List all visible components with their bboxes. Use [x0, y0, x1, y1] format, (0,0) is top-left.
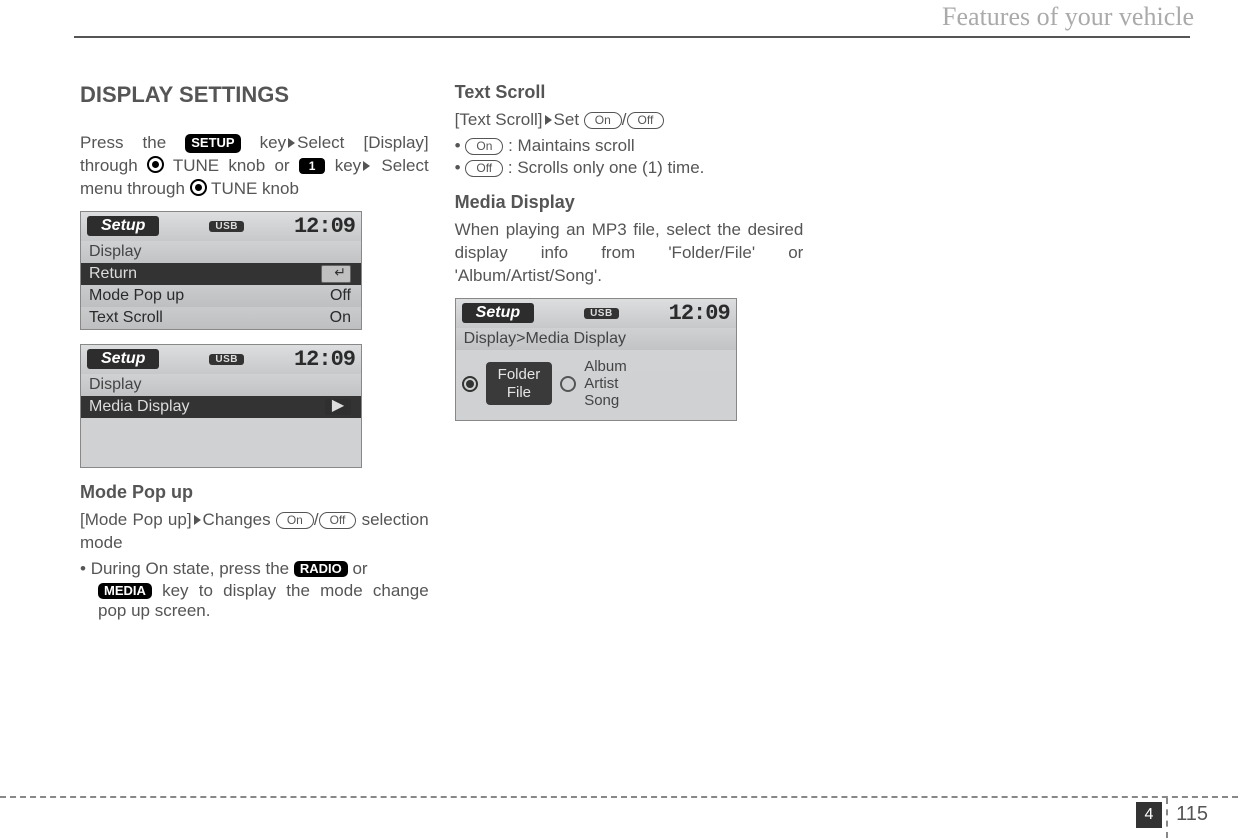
off-pill: Off — [465, 160, 503, 177]
lcd-screenshot-1: Setup USB 12:09 Display Return Mode Pop … — [80, 211, 429, 330]
usb-icon: USB — [584, 308, 619, 319]
text: During On state, press the — [91, 559, 294, 578]
lcd-media-choice-row: Folder File Album Artist Song — [456, 350, 736, 420]
lcd-row-text-scroll: Text Scroll On — [81, 307, 361, 329]
footer-dash-rule — [0, 796, 1238, 798]
lcd-row-mode-popup: Mode Pop up Off — [81, 285, 361, 307]
lcd-clock: 12:09 — [669, 301, 730, 326]
one-key-badge: 1 — [299, 158, 326, 174]
radio-key-badge: RADIO — [294, 561, 348, 577]
media-key-badge: MEDIA — [98, 583, 152, 599]
media-display-para: When playing an MP3 file, select the des… — [455, 219, 804, 288]
content-columns: DISPLAY SETTINGS Press the SETUP key Sele… — [80, 78, 1178, 623]
arrow-right-icon — [288, 138, 295, 148]
manual-page: Features of your vehicle DISPLAY SETTING… — [0, 0, 1238, 838]
lcd-clock: 12:09 — [294, 347, 355, 372]
text: Changes — [203, 510, 276, 529]
on-pill: On — [584, 112, 622, 129]
text: Select [Display] — [297, 133, 429, 152]
header-rule — [74, 36, 1190, 38]
page-number: 115 — [1176, 803, 1208, 826]
lcd-row-value: On — [330, 309, 351, 327]
off-pill: Off — [627, 112, 665, 129]
lcd-row-label: Return — [89, 265, 137, 283]
on-pill: On — [465, 138, 503, 155]
lcd-row-value: Off — [330, 287, 351, 305]
lcd-row-label: Text Scroll — [89, 309, 163, 327]
text: key — [241, 133, 287, 152]
setup-key-badge: SETUP — [185, 134, 240, 153]
column-right — [829, 78, 1178, 623]
radio-unselected-icon — [560, 376, 576, 392]
lcd-setup-tab: Setup — [87, 349, 159, 369]
list-item: During On state, press the RADIO or — [80, 559, 429, 579]
text: key — [325, 156, 361, 175]
text: Album — [584, 358, 627, 375]
usb-icon: USB — [209, 221, 244, 232]
text: [Text Scroll] — [455, 110, 543, 129]
arrow-right-icon — [545, 115, 552, 125]
lcd-breadcrumb: Display — [81, 374, 361, 396]
mode-popup-line1: [Mode Pop up]Changes On/Off selection mo… — [80, 509, 429, 555]
text: Press the — [80, 133, 185, 152]
text: through — [80, 156, 147, 175]
on-pill: On — [276, 512, 314, 529]
lcd-screenshot-2: Setup USB 12:09 Display Media Display ▶ — [80, 344, 429, 468]
intro-paragraph: Press the SETUP key Select [Display] thro… — [80, 132, 429, 201]
lcd-screenshot-3: Setup USB 12:09 Display>Media Display Fo… — [455, 298, 804, 421]
column-middle: Text Scroll [Text Scroll]Set On/Off On :… — [455, 78, 804, 623]
text: or — [348, 559, 368, 578]
lcd-setup-tab: Setup — [87, 216, 159, 236]
column-left: DISPLAY SETTINGS Press the SETUP key Sele… — [80, 78, 429, 623]
list-item: Off : Scrolls only one (1) time. — [455, 158, 804, 178]
mode-popup-heading: Mode Pop up — [80, 482, 429, 503]
choice-folder-file: Folder File — [486, 362, 553, 405]
lcd-breadcrumb: Display — [81, 241, 361, 263]
usb-icon: USB — [209, 354, 244, 365]
tune-knob-icon — [190, 179, 207, 196]
section-header: Features of your vehicle — [942, 2, 1194, 32]
lcd-clock: 12:09 — [294, 214, 355, 239]
arrow-right-icon — [194, 515, 201, 525]
lcd-row-label: Mode Pop up — [89, 287, 184, 305]
radio-selected-icon — [462, 376, 478, 392]
arrow-right-icon — [363, 161, 370, 171]
text-scroll-heading: Text Scroll — [455, 82, 804, 103]
media-display-heading: Media Display — [455, 192, 804, 213]
list-item: On : Maintains scroll — [455, 136, 804, 156]
lcd-row-media-display: Media Display ▶ — [81, 396, 361, 418]
text: Artist — [584, 375, 618, 392]
chapter-tab: 4 — [1136, 802, 1162, 828]
text-scroll-bullets: On : Maintains scroll Off : Scrolls only… — [455, 136, 804, 178]
lcd-setup-tab: Setup — [462, 303, 534, 323]
text: Set — [554, 110, 584, 129]
display-settings-heading: DISPLAY SETTINGS — [80, 82, 429, 108]
list-item: MEDIA key to display the mode change pop… — [80, 581, 429, 621]
text: : Scrolls only one (1) time. — [503, 158, 704, 177]
text: [Mode Pop up] — [80, 510, 192, 529]
lcd-row-label: Media Display — [89, 398, 189, 416]
arrow-right-icon: ▶ — [325, 399, 351, 415]
text: File — [507, 384, 531, 401]
footer-dash-separator — [1166, 798, 1168, 838]
lcd-row-return: Return — [81, 263, 361, 285]
tune-knob-icon — [147, 156, 164, 173]
text: TUNE knob — [207, 179, 299, 198]
return-icon — [321, 265, 351, 283]
text: TUNE knob or — [164, 156, 299, 175]
lcd-breadcrumb: Display>Media Display — [456, 328, 736, 350]
mode-popup-bullets: During On state, press the RADIO or MEDI… — [80, 559, 429, 621]
choice-album-artist-song: Album Artist Song — [584, 358, 627, 410]
off-pill: Off — [319, 512, 357, 529]
text: : Maintains scroll — [503, 136, 634, 155]
text: Song — [584, 392, 619, 409]
text: Folder — [498, 366, 541, 383]
text-scroll-line1: [Text Scroll]Set On/Off — [455, 109, 804, 132]
